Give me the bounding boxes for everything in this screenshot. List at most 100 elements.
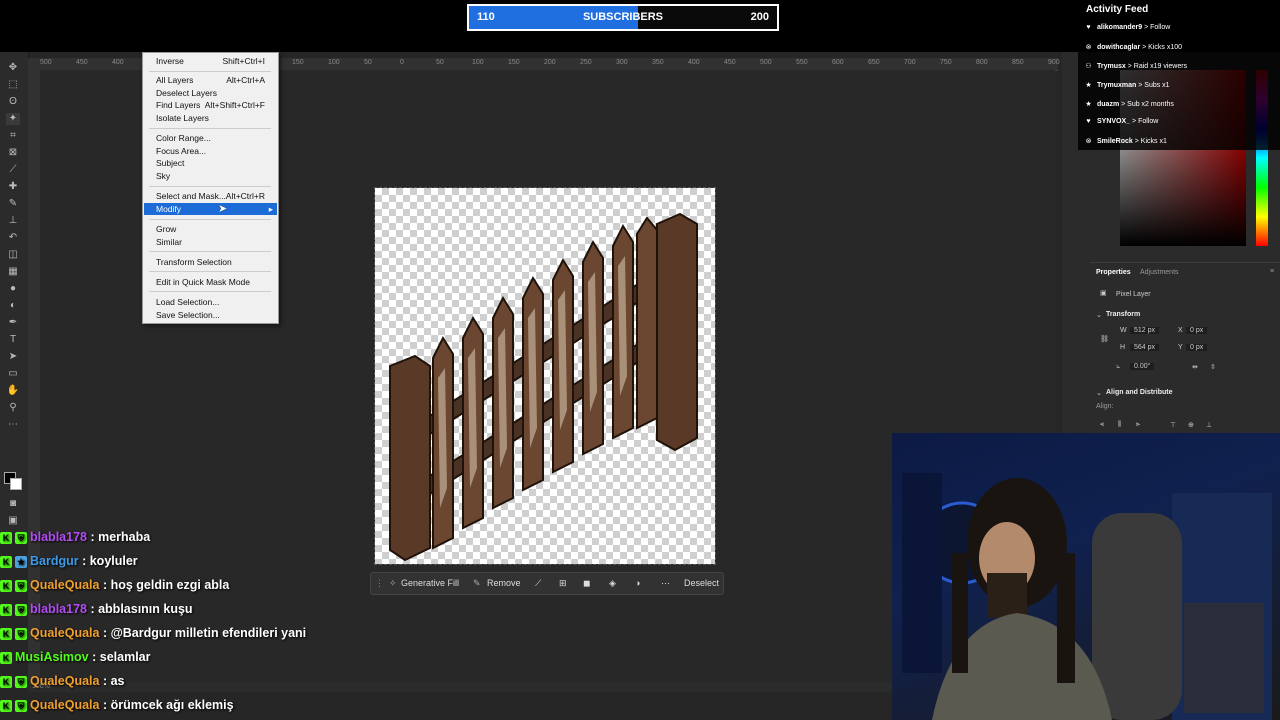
tab-adjustments[interactable]: Adjustments (1140, 269, 1179, 276)
chat-message: K ⛨ blabla178 : abblasının kuşu (0, 602, 193, 624)
panel-menu-icon[interactable]: ≡ (1270, 268, 1274, 275)
menu-item-deselect-layers[interactable]: Deselect Layers (144, 87, 277, 99)
menu-item-quick-mask[interactable]: Edit in Quick Mask Mode (144, 276, 277, 288)
align-label: Align: (1096, 403, 1114, 410)
flip-vertical-icon[interactable]: ⇳ (1210, 363, 1216, 371)
lasso-tool-icon[interactable]: ʘ (6, 96, 20, 108)
kick-badge-icon: K (0, 675, 12, 688)
width-field[interactable]: 512 px (1130, 327, 1160, 334)
align-left-icon[interactable]: ⫷ (1100, 421, 1104, 429)
eraser-tool-icon[interactable]: ◫ (6, 249, 20, 261)
menu-item-transform-selection[interactable]: Transform Selection (144, 256, 277, 268)
chat-text: abblasının kuşu (98, 602, 193, 616)
flip-horizontal-icon[interactable]: ⇹ (1192, 363, 1198, 371)
menu-item-all-layers[interactable]: All Layers Alt+Ctrl+A (144, 74, 277, 86)
modify-selection-icon[interactable]: ⟋ (535, 578, 541, 589)
kick-icon: ⊗ (1085, 138, 1092, 145)
ruler-tick-label: 450 (76, 59, 88, 66)
activity-feed-title: Activity Feed (1086, 4, 1149, 15)
mask-icon[interactable]: ◼ (583, 578, 590, 589)
ruler-tick-label: 450 (724, 59, 736, 66)
activity-feed: Activity Feed ♥ alikomander9 > Follow ⊗ do… (1078, 0, 1280, 150)
gradient-tool-icon[interactable]: ▦ (6, 266, 20, 278)
screen-mode-icon[interactable]: ▣ (6, 515, 20, 527)
link-icon[interactable]: ⛓ (1100, 335, 1109, 343)
chevron-down-icon[interactable]: ⌄ (1096, 311, 1102, 319)
chat-text: merhaba (98, 530, 151, 544)
menu-item-subject[interactable]: Subject (144, 157, 277, 169)
ruler-tick-label: 500 (40, 59, 52, 66)
properties-panel: Properties Adjustments ≡ ▣ Pixel Layer ⌄… (1090, 262, 1280, 438)
menu-item-grow[interactable]: Grow (144, 223, 277, 235)
invert-selection-icon[interactable]: ◑ (635, 578, 640, 588)
menu-item-similar[interactable]: Similar (144, 236, 277, 248)
rectangle-tool-icon[interactable]: ▭ (6, 368, 20, 380)
frame-tool-icon[interactable]: ⊠ (6, 147, 20, 159)
menu-item-find-layers[interactable]: Find Layers Alt+Shift+Ctrl+F (144, 99, 277, 111)
magic-wand-tool-icon[interactable]: ✦ (6, 113, 20, 125)
menu-item-load-selection[interactable]: Load Selection... (144, 296, 277, 308)
blur-tool-icon[interactable]: ● (6, 283, 20, 295)
chat-message: K MusiAsimov : selamlar (0, 650, 150, 672)
angle-field[interactable]: 0.00° (1130, 363, 1155, 370)
history-brush-icon[interactable]: ↶ (6, 232, 20, 244)
ruler-tick-label: 50 (364, 59, 372, 66)
menu-item-isolate-layers[interactable]: Isolate Layers (144, 112, 277, 124)
menu-item-modify[interactable]: Modify ▸ (144, 203, 277, 215)
dodge-tool-icon[interactable]: ◐ (6, 300, 20, 312)
chat-text: @Bardgur milletin efendileri yani (110, 626, 307, 640)
zoom-tool-icon[interactable]: ⚲ (6, 402, 20, 414)
x-label: X (1178, 327, 1183, 334)
move-tool-icon[interactable]: ✥ (6, 62, 20, 74)
ruler-tick-label: 150 (292, 59, 304, 66)
path-selection-icon[interactable]: ➤ (6, 351, 20, 363)
more-tools-icon[interactable]: ⋯ (6, 419, 20, 431)
menu-item-select-and-mask[interactable]: Select and Mask... Alt+Ctrl+R (144, 190, 277, 202)
align-middle-icon[interactable]: ⊕ (1188, 421, 1194, 429)
chat-message: K ★ Bardgur : koyluler (0, 554, 138, 576)
menu-item-save-selection[interactable]: Save Selection... (144, 309, 277, 321)
menu-item-sky[interactable]: Sky (144, 170, 277, 182)
align-center-icon[interactable]: ⫼ (1118, 421, 1121, 429)
type-tool-icon[interactable]: T (6, 334, 20, 346)
marquee-tool-icon[interactable]: ⬚ (6, 79, 20, 91)
ruler-tick-label: 500 (760, 59, 772, 66)
transform-selection-icon[interactable]: ⊞ (559, 578, 567, 589)
activity-item: ⊗ SmileRock > Kicks x1 (1085, 138, 1167, 145)
menu-separator (149, 186, 271, 187)
eyedropper-tool-icon[interactable]: ⟋ (6, 164, 20, 176)
chat-message: K ⛨ QualeQuala : örümcek ağı eklemiş (0, 698, 234, 720)
y-label: Y (1178, 344, 1183, 351)
chat-message: K ⛨ blabla178 : merhaba (0, 530, 150, 552)
healing-brush-icon[interactable]: ✚ (6, 181, 20, 193)
brush-tool-icon[interactable]: ✎ (6, 198, 20, 210)
tab-properties[interactable]: Properties (1096, 269, 1131, 276)
width-label: W (1120, 327, 1127, 334)
remove-button[interactable]: Remove (487, 578, 521, 588)
hand-tool-icon[interactable]: ✋ (6, 385, 20, 397)
align-top-icon[interactable]: ⊤ (1170, 421, 1176, 429)
more-options-icon[interactable]: ⋯ (661, 578, 670, 589)
kick-badge-icon: K (0, 579, 12, 592)
fill-selection-icon[interactable]: ◈ (609, 578, 616, 589)
pen-tool-icon[interactable]: ✒ (6, 317, 20, 329)
quick-mask-icon[interactable]: ◙ (6, 498, 20, 510)
menu-item-inverse[interactable]: Inverse Shift+Ctrl+I (144, 55, 277, 67)
height-field[interactable]: 564 px (1130, 344, 1160, 351)
kick-icon: ⊗ (1085, 44, 1092, 51)
x-field[interactable]: 0 px (1186, 327, 1208, 334)
crop-tool-icon[interactable]: ⌗ (6, 130, 20, 142)
menu-item-focus-area[interactable]: Focus Area... (144, 145, 277, 157)
align-bottom-icon[interactable]: ⊥ (1206, 421, 1212, 429)
deselect-button[interactable]: Deselect (684, 578, 719, 588)
ruler-tick-label: 300 (616, 59, 628, 66)
chevron-down-icon[interactable]: ⌄ (1096, 389, 1102, 397)
background-color-swatch[interactable] (10, 478, 22, 490)
menu-item-color-range[interactable]: Color Range... (144, 132, 277, 144)
stamp-tool-icon[interactable]: ⊥ (6, 215, 20, 227)
kick-badge-icon: K (0, 555, 12, 568)
align-right-icon[interactable]: ⫸ (1136, 421, 1140, 429)
document-canvas[interactable] (374, 187, 716, 565)
chat-text: koyluler (89, 554, 138, 568)
y-field[interactable]: 0 px (1186, 344, 1208, 351)
